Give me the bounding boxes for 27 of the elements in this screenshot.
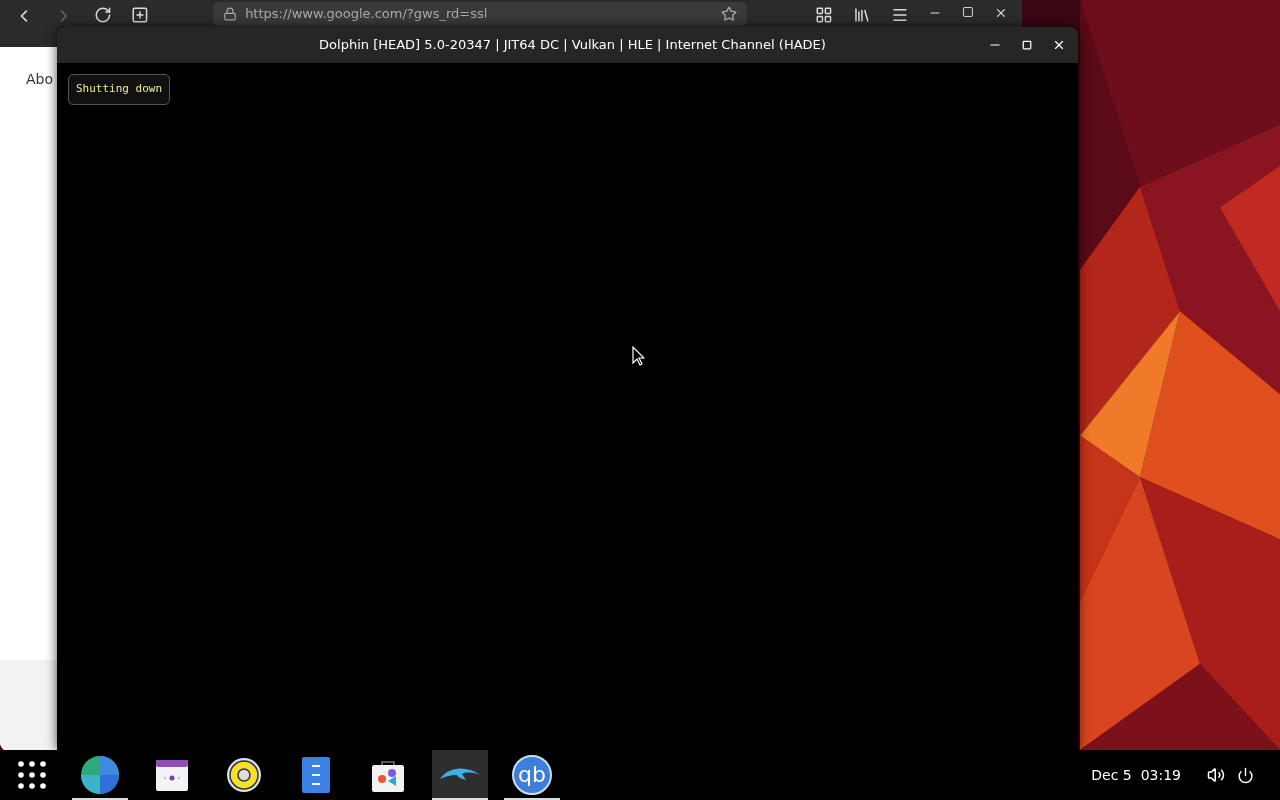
calendar-icon (155, 758, 189, 792)
mouse-pointer-icon (632, 346, 645, 366)
url-field[interactable]: https://www.google.com/?gws_rd=ssl (213, 2, 748, 26)
new-tab-icon[interactable] (131, 6, 150, 24)
clock[interactable]: Dec 5 03:19 (1091, 764, 1181, 786)
globe-icon (81, 756, 119, 794)
maximize-icon[interactable] (962, 6, 975, 18)
taskbar-app[interactable] (432, 750, 488, 800)
qbittorrent-icon: qb (512, 755, 552, 795)
app-grid-icon[interactable] (18, 761, 46, 789)
bookmark-star-icon[interactable] (721, 6, 738, 22)
power-icon[interactable] (1237, 766, 1254, 784)
menu-icon[interactable] (890, 6, 909, 24)
volume-icon[interactable] (1207, 766, 1225, 784)
running-indicator (72, 798, 128, 800)
file-cabinet-icon (302, 757, 330, 793)
running-indicator (432, 798, 488, 800)
window-title: Dolphin [HEAD] 5.0-20347 | JIT64 DC | Vulkan | HLE | Internet Channel (HADE) (318, 36, 827, 55)
status-message: Shutting down (68, 74, 171, 105)
running-indicator (504, 798, 560, 800)
speaker-icon (226, 757, 262, 793)
page-text: Abo (26, 71, 54, 87)
lock-icon (223, 7, 238, 21)
grid-icon[interactable] (815, 6, 833, 24)
close-icon[interactable] (1052, 38, 1066, 52)
library-icon[interactable] (852, 6, 871, 24)
reload-icon[interactable] (93, 6, 112, 24)
